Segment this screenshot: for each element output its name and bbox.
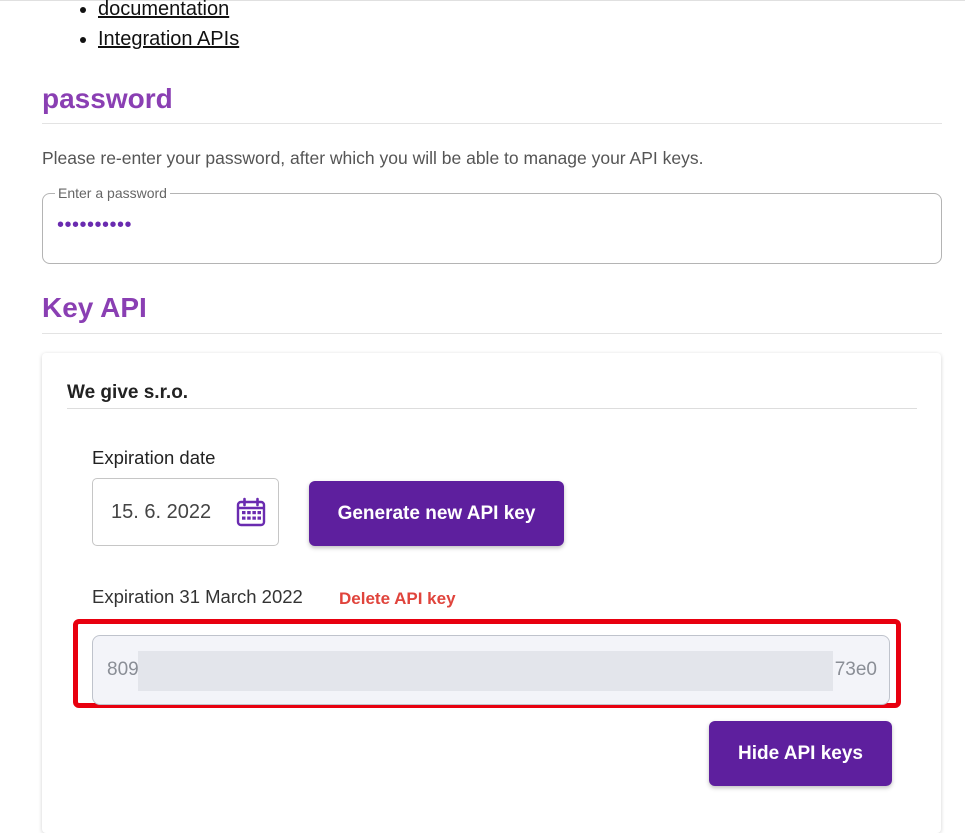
api-key-prefix: 809 — [107, 659, 139, 680]
list-item: documentation — [98, 0, 239, 24]
expiration-date-label: Expiration date — [92, 447, 216, 468]
list-item: Integration APIs — [98, 24, 239, 54]
key-api-divider — [42, 333, 942, 334]
password-field[interactable]: Enter a password •••••••••• — [42, 185, 942, 264]
api-key-redaction — [138, 651, 833, 691]
company-name: We give s.r.o. — [67, 382, 189, 403]
card-divider — [67, 408, 917, 409]
password-divider — [42, 123, 942, 124]
date-value[interactable]: 15. 6. 2022 — [111, 501, 211, 524]
current-expiration: Expiration 31 March 2022 — [92, 586, 303, 607]
documentation-link[interactable]: documentation — [98, 0, 229, 20]
hide-api-keys-button[interactable]: Hide API keys — [709, 721, 892, 786]
expiration-date-input[interactable]: 15. 6. 2022 — [92, 478, 279, 546]
password-field-label: Enter a password — [55, 185, 170, 201]
generate-api-key-button[interactable]: Generate new API key — [309, 481, 564, 546]
password-heading: password — [42, 83, 173, 114]
api-key-card: We give s.r.o. Expiration date 15. 6. 20… — [42, 353, 941, 833]
calendar-icon[interactable] — [236, 497, 266, 527]
doc-links-list: documentation Integration APIs — [56, 0, 239, 54]
password-hint: Please re-enter your password, after whi… — [42, 148, 704, 168]
integration-apis-link[interactable]: Integration APIs — [98, 28, 239, 50]
api-key-suffix: 73e0 — [834, 659, 877, 680]
delete-api-key-link[interactable]: Delete API key — [339, 589, 456, 609]
api-key-field[interactable]: 809 73e0 — [92, 635, 890, 705]
key-api-heading: Key API — [42, 292, 147, 323]
password-value[interactable]: •••••••••• — [57, 214, 132, 237]
